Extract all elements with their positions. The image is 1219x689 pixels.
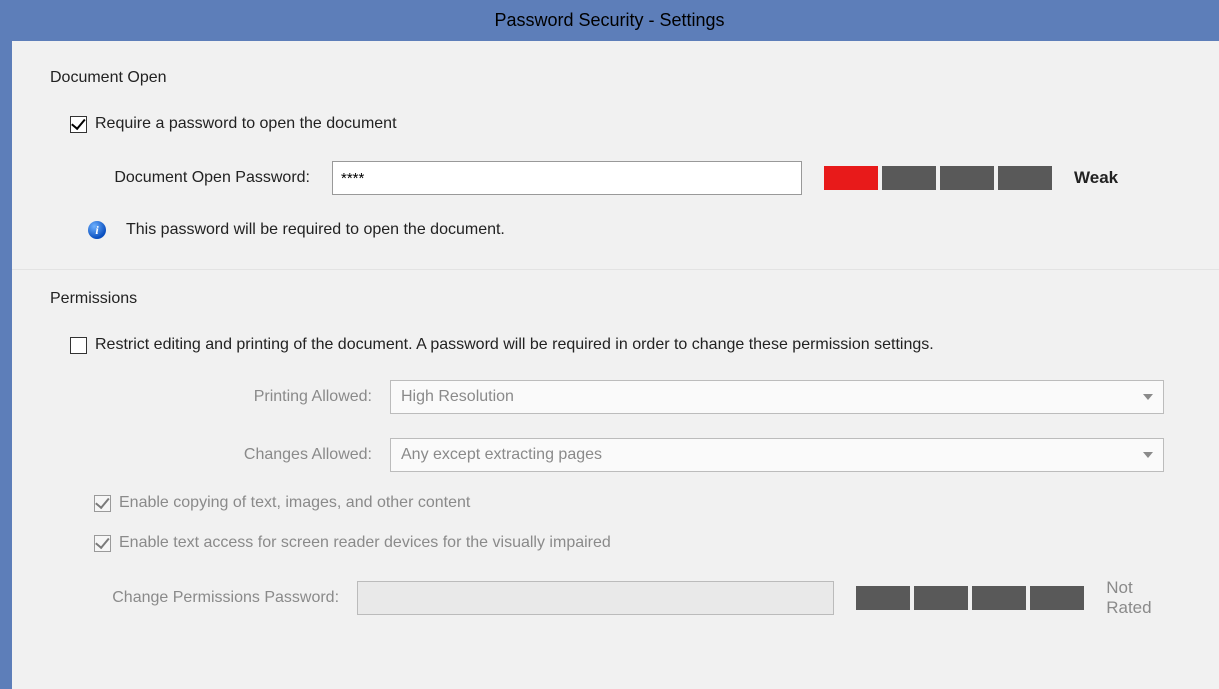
enable-access-label: Enable text access for screen reader dev…: [119, 534, 611, 552]
window-frame: Password Security - Settings Document Op…: [0, 0, 1219, 689]
document-open-password-row: Document Open Password: Weak: [52, 161, 1191, 195]
section-body-document-open: Require a password to open the document …: [12, 115, 1219, 270]
open-password-strength-meter: [824, 166, 1052, 190]
changes-allowed-label: Changes Allowed:: [42, 446, 390, 464]
open-password-info-row: i This password will be required to open…: [42, 221, 1191, 239]
require-password-checkbox[interactable]: [70, 116, 87, 133]
enable-copy-label: Enable copying of text, images, and othe…: [119, 494, 470, 512]
restrict-editing-row: Restrict editing and printing of the doc…: [70, 336, 1181, 354]
strength-seg-1: [824, 166, 878, 190]
perm-strength-seg-2: [914, 586, 968, 610]
info-icon: i: [88, 221, 106, 239]
section-body-permissions: Restrict editing and printing of the doc…: [12, 336, 1219, 644]
perm-strength-seg-4: [1030, 586, 1084, 610]
enable-copy-row: Enable copying of text, images, and othe…: [42, 494, 1181, 512]
perm-password-strength-label: Not Rated: [1106, 578, 1181, 618]
window-title: Password Security - Settings: [494, 10, 724, 31]
chevron-down-icon: [1143, 394, 1153, 400]
printing-allowed-select[interactable]: High Resolution: [390, 380, 1164, 414]
enable-copy-checkbox: [94, 495, 111, 512]
perm-strength-seg-3: [972, 586, 1026, 610]
perm-password-strength-meter: [856, 586, 1084, 610]
change-permissions-password-input: [357, 581, 834, 615]
chevron-down-icon: [1143, 452, 1153, 458]
strength-seg-4: [998, 166, 1052, 190]
perm-strength-seg-1: [856, 586, 910, 610]
require-password-row: Require a password to open the document: [70, 115, 1191, 133]
printing-allowed-value: High Resolution: [401, 388, 514, 406]
strength-seg-3: [940, 166, 994, 190]
section-title-document-open: Document Open: [12, 41, 1219, 95]
document-open-password-label: Document Open Password:: [52, 169, 332, 187]
change-permissions-password-label: Change Permissions Password:: [42, 589, 357, 607]
changes-allowed-value: Any except extracting pages: [401, 446, 602, 464]
restrict-editing-label: Restrict editing and printing of the doc…: [95, 336, 934, 354]
open-password-strength-label: Weak: [1074, 168, 1118, 188]
restrict-editing-checkbox[interactable]: [70, 337, 87, 354]
enable-access-checkbox: [94, 535, 111, 552]
enable-access-row: Enable text access for screen reader dev…: [42, 534, 1181, 552]
strength-seg-2: [882, 166, 936, 190]
client-area: Document Open Require a password to open…: [12, 41, 1219, 689]
section-permissions: Permissions Restrict editing and printin…: [12, 270, 1219, 644]
document-open-password-input[interactable]: [332, 161, 802, 195]
open-password-info-text: This password will be required to open t…: [126, 221, 505, 239]
printing-allowed-label: Printing Allowed:: [42, 388, 390, 406]
require-password-label: Require a password to open the document: [95, 115, 397, 133]
titlebar: Password Security - Settings: [0, 0, 1219, 41]
changes-allowed-select[interactable]: Any except extracting pages: [390, 438, 1164, 472]
section-title-permissions: Permissions: [12, 270, 1219, 316]
section-document-open: Document Open Require a password to open…: [12, 41, 1219, 270]
printing-allowed-row: Printing Allowed: High Resolution: [42, 380, 1181, 414]
change-permissions-password-row: Change Permissions Password: Not Rated: [42, 578, 1181, 618]
changes-allowed-row: Changes Allowed: Any except extracting p…: [42, 438, 1181, 472]
